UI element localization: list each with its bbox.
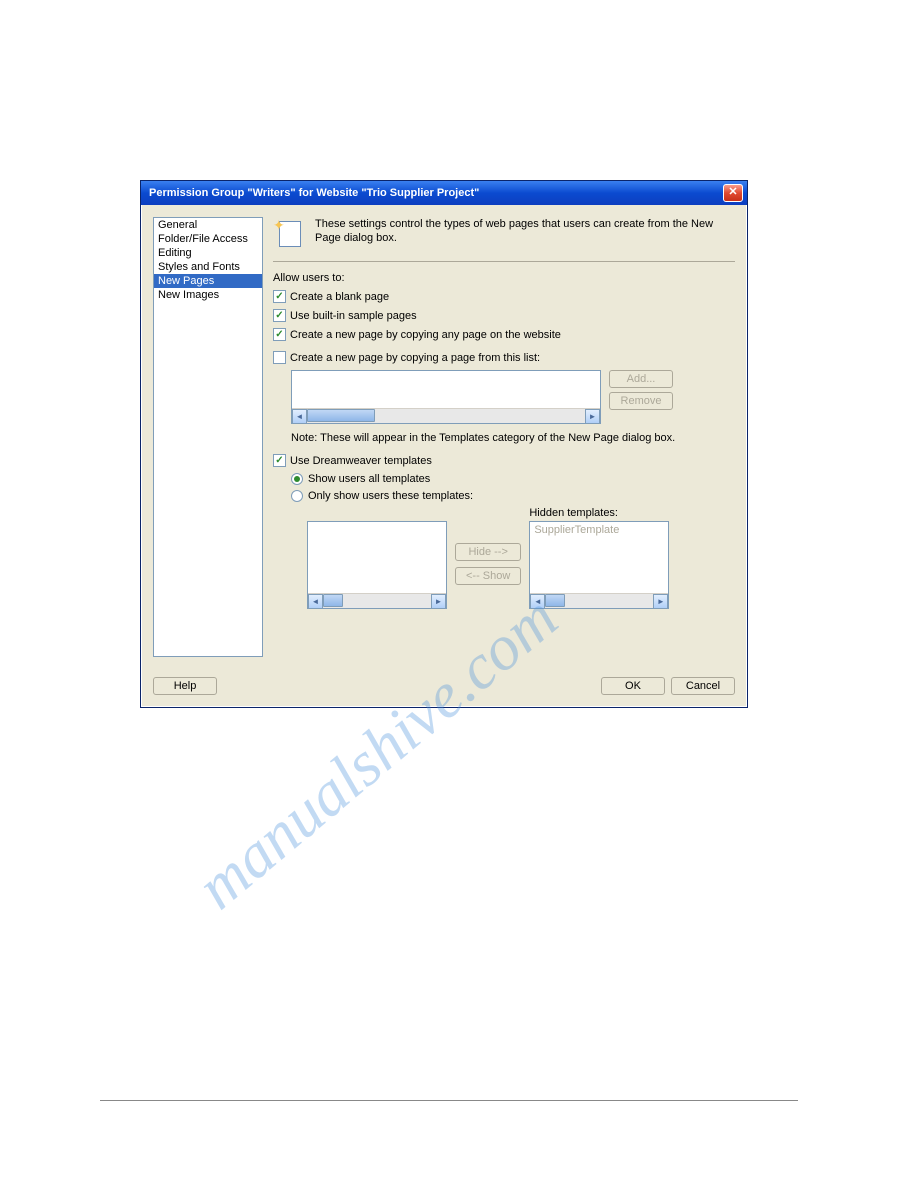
scrollbar-h-hidden[interactable]: ◄ ►: [530, 593, 668, 608]
templates-note: Note: These will appear in the Templates…: [291, 432, 735, 444]
close-icon[interactable]: ✕: [723, 184, 743, 202]
sidebar-item-new-pages[interactable]: New Pages: [154, 274, 262, 288]
scrollbar-h-visible[interactable]: ◄ ►: [308, 593, 446, 608]
remove-button[interactable]: Remove: [609, 392, 673, 410]
new-page-icon: ✦: [273, 217, 305, 249]
allow-users-label: Allow users to:: [273, 272, 735, 284]
hidden-templates-listbox[interactable]: SupplierTemplate ◄ ►: [529, 521, 669, 609]
cancel-button[interactable]: Cancel: [671, 677, 735, 695]
copy-list-listbox[interactable]: ◄ ►: [291, 370, 601, 424]
dialog-footer: Help OK Cancel: [141, 669, 747, 707]
checkbox-sample-pages-label: Use built-in sample pages: [290, 310, 417, 322]
scrollbar-h[interactable]: ◄ ►: [292, 408, 600, 423]
scroll-left-icon[interactable]: ◄: [308, 594, 323, 609]
list-item[interactable]: SupplierTemplate: [530, 522, 668, 538]
visible-templates-listbox[interactable]: ◄ ►: [307, 521, 447, 609]
hide-button[interactable]: Hide -->: [455, 543, 521, 561]
checkbox-blank-page-label: Create a blank page: [290, 291, 389, 303]
category-sidebar: General Folder/File Access Editing Style…: [153, 217, 263, 657]
scroll-right-icon[interactable]: ►: [585, 409, 600, 424]
add-button[interactable]: Add...: [609, 370, 673, 388]
main-panel: ✦ These settings control the types of we…: [273, 217, 735, 657]
sidebar-item-general[interactable]: General: [154, 218, 262, 232]
checkbox-copy-any[interactable]: [273, 328, 286, 341]
window-title: Permission Group "Writers" for Website "…: [149, 187, 479, 199]
checkbox-copy-list[interactable]: [273, 351, 286, 364]
page-footer-rule: [100, 1100, 798, 1101]
show-button[interactable]: <-- Show: [455, 567, 521, 585]
checkbox-dreamweaver[interactable]: [273, 454, 286, 467]
permission-dialog: Permission Group "Writers" for Website "…: [140, 180, 748, 708]
panel-description: These settings control the types of web …: [315, 217, 735, 246]
checkbox-blank-page[interactable]: [273, 290, 286, 303]
hidden-templates-label: Hidden templates:: [529, 507, 669, 519]
checkbox-copy-list-label: Create a new page by copying a page from…: [290, 352, 540, 364]
sidebar-item-folder-file-access[interactable]: Folder/File Access: [154, 232, 262, 246]
sidebar-item-styles-fonts[interactable]: Styles and Fonts: [154, 260, 262, 274]
checkbox-copy-any-label: Create a new page by copying any page on…: [290, 329, 561, 341]
radio-show-only[interactable]: [291, 490, 303, 502]
help-button[interactable]: Help: [153, 677, 217, 695]
scroll-left-icon[interactable]: ◄: [292, 409, 307, 424]
titlebar[interactable]: Permission Group "Writers" for Website "…: [141, 181, 747, 205]
divider: [273, 261, 735, 262]
scroll-right-icon[interactable]: ►: [431, 594, 446, 609]
scroll-left-icon[interactable]: ◄: [530, 594, 545, 609]
checkbox-sample-pages[interactable]: [273, 309, 286, 322]
radio-show-all-label: Show users all templates: [308, 473, 430, 485]
sidebar-item-editing[interactable]: Editing: [154, 246, 262, 260]
radio-show-all[interactable]: [291, 473, 303, 485]
ok-button[interactable]: OK: [601, 677, 665, 695]
sidebar-item-new-images[interactable]: New Images: [154, 288, 262, 302]
checkbox-dreamweaver-label: Use Dreamweaver templates: [290, 455, 432, 467]
scroll-right-icon[interactable]: ►: [653, 594, 668, 609]
radio-show-only-label: Only show users these templates:: [308, 490, 473, 502]
